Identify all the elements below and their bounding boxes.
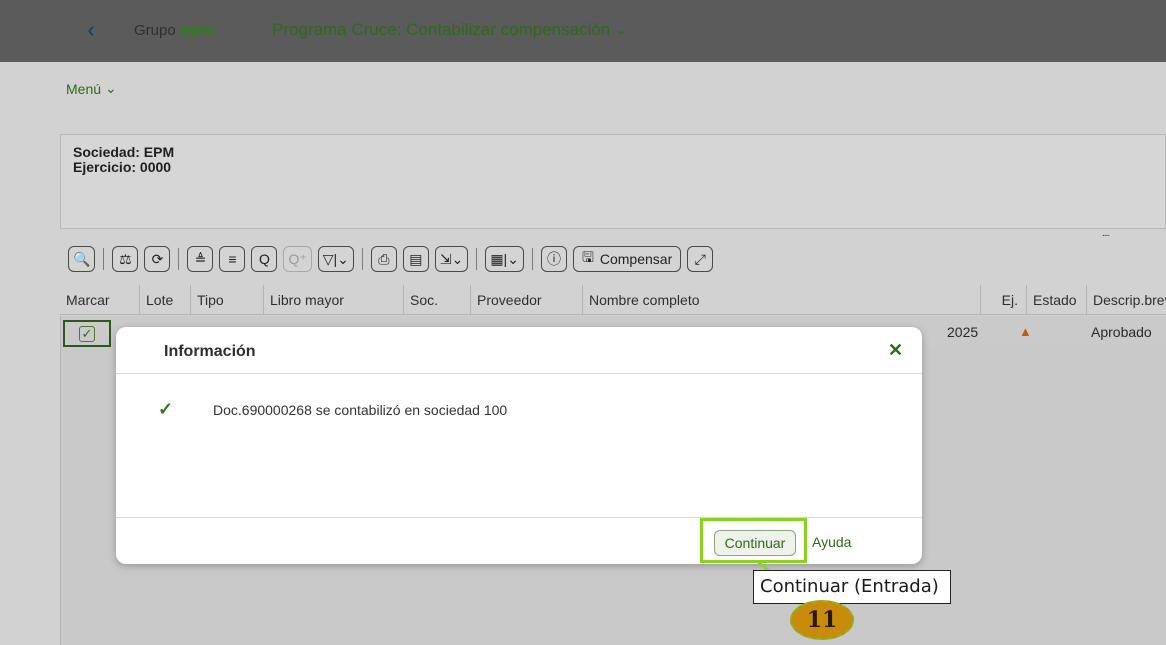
step-badge: 11 bbox=[790, 600, 854, 640]
info-icon[interactable]: ⓘ bbox=[540, 246, 567, 272]
warning-triangle-icon: ▲ bbox=[1019, 324, 1032, 339]
toolbar-separator bbox=[531, 248, 533, 270]
chevron-down-icon: ⌄ bbox=[105, 80, 117, 96]
sort-ascending-icon[interactable]: ≜ bbox=[187, 246, 214, 272]
company-logo: Grupo epm bbox=[134, 20, 215, 39]
shell-bar: ‹ Grupo epm Programa Cruce: Contabilizar… bbox=[0, 0, 1166, 62]
search-next-icon[interactable]: Q⁺ bbox=[283, 246, 312, 272]
zoom-icon[interactable]: 🔍 bbox=[68, 246, 96, 272]
app-title[interactable]: Programa Cruce: Contabilizar compensació… bbox=[272, 20, 626, 40]
col-nombre-completo[interactable]: Nombre completo bbox=[583, 285, 981, 315]
search-icon[interactable]: Q bbox=[251, 246, 278, 272]
compensar-label: Compensar bbox=[599, 251, 673, 267]
toolbar-separator bbox=[361, 248, 363, 270]
filter-icon[interactable]: ▽|⌄ bbox=[317, 246, 354, 272]
sociedad-text: Sociedad: EPM bbox=[73, 144, 175, 160]
table-header: Marcar Lote Tipo Libro mayor Soc. Provee… bbox=[60, 285, 1166, 315]
refresh-icon[interactable]: ⟳ bbox=[144, 246, 171, 272]
row-select-cell[interactable]: ✓ bbox=[63, 320, 111, 347]
header-panel: Sociedad: EPM Ejercicio: 0000 bbox=[60, 134, 1166, 229]
fullscreen-icon[interactable]: ⤢ bbox=[687, 246, 714, 272]
chevron-down-icon: ⌄ bbox=[616, 23, 627, 37]
col-marcar[interactable]: Marcar bbox=[60, 285, 140, 315]
col-proveedor[interactable]: Proveedor bbox=[471, 285, 583, 315]
menu-label: Menú bbox=[66, 80, 102, 97]
dialog-message: Doc.690000268 se contabilizó en sociedad… bbox=[213, 402, 508, 418]
print-icon[interactable]: ⎙ bbox=[370, 246, 397, 272]
success-check-icon: ✓ bbox=[158, 399, 174, 419]
continue-tooltip: Continuar (Entrada) bbox=[753, 570, 951, 604]
col-lote[interactable]: Lote bbox=[140, 285, 191, 315]
back-button[interactable]: ‹ bbox=[80, 17, 102, 43]
help-button[interactable]: Ayuda bbox=[812, 534, 851, 550]
toolbar-separator bbox=[103, 248, 105, 270]
sort-descending-icon[interactable]: ≡ bbox=[219, 246, 246, 272]
col-tipo[interactable]: Tipo bbox=[191, 285, 264, 315]
row-descrip: Aprobado bbox=[1091, 324, 1152, 340]
compensar-button[interactable]: 🖫 Compensar bbox=[572, 246, 682, 272]
col-soc[interactable]: Soc. bbox=[404, 285, 471, 315]
save-icon: 🖫 bbox=[581, 249, 594, 265]
col-estado[interactable]: Estado bbox=[1027, 285, 1087, 315]
toolbar-separator bbox=[178, 248, 180, 270]
balance-icon[interactable]: ⚖ bbox=[112, 246, 139, 272]
row-ej: 2025 bbox=[947, 324, 979, 340]
toolbar-separator bbox=[476, 248, 478, 270]
export-icon[interactable]: ⇲⌄ bbox=[434, 246, 469, 272]
toolbar: 🔍 ⚖ ⟳ ≜ ≡ Q Q⁺ ▽|⌄ ⎙ ▤ ⇲⌄ ▦|⌄ ⓘ 🖫 Compen… bbox=[60, 240, 1166, 278]
app-title-text: Programa Cruce: Contabilizar compensació… bbox=[272, 20, 611, 39]
resize-handle[interactable]: .... bbox=[1102, 228, 1110, 239]
menu-button[interactable]: Menú ⌄ bbox=[66, 80, 117, 97]
col-descrip-breve[interactable]: Descrip.breve bbox=[1087, 285, 1166, 315]
chevron-left-icon: ‹ bbox=[87, 17, 95, 42]
preview-icon[interactable]: ▤ bbox=[402, 246, 429, 272]
close-icon[interactable]: ✕ bbox=[888, 341, 903, 359]
continue-highlight bbox=[700, 518, 807, 563]
dialog-header: Información ✕ bbox=[116, 327, 922, 374]
checkbox-checked-icon[interactable]: ✓ bbox=[79, 325, 95, 342]
col-libro-mayor[interactable]: Libro mayor bbox=[264, 285, 404, 315]
dialog-title: Información bbox=[164, 343, 256, 360]
col-ej[interactable]: Ej. bbox=[981, 285, 1027, 315]
ejercicio-text: Ejercicio: 0000 bbox=[73, 159, 172, 175]
layout-icon[interactable]: ▦|⌄ bbox=[485, 246, 524, 272]
